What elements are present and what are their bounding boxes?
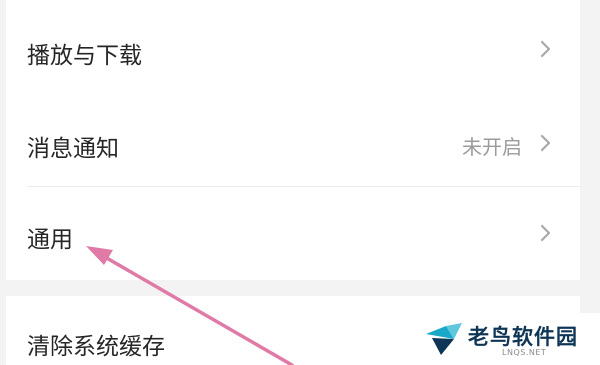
- chevron-right-icon: [540, 134, 551, 152]
- bird-logo-icon: [426, 323, 462, 355]
- settings-card: 播放与下载 消息通知 未开启 通用: [6, 0, 580, 280]
- notification-status-value: 未开启: [462, 135, 522, 159]
- watermark: 老鸟软件园 LNQS.NET: [400, 313, 600, 365]
- watermark-name: 老鸟软件园: [468, 325, 578, 349]
- settings-item-label: 通用: [27, 227, 73, 253]
- settings-item-general[interactable]: 通用: [6, 187, 580, 280]
- chevron-right-icon: [540, 40, 551, 58]
- watermark-url: LNQS.NET: [502, 348, 547, 357]
- clear-cache-label: 清除系统缓存: [27, 334, 165, 360]
- settings-screen: 播放与下载 消息通知 未开启 通用 清除系统缓存 老鸟软件园 LNQS.NET: [0, 0, 600, 365]
- settings-item-notifications[interactable]: 消息通知 未开启: [6, 98, 580, 186]
- chevron-right-icon: [540, 224, 551, 242]
- settings-item-label: 播放与下载: [27, 43, 142, 69]
- settings-item-playback-download[interactable]: 播放与下载: [6, 0, 580, 98]
- settings-item-label: 消息通知: [27, 136, 119, 162]
